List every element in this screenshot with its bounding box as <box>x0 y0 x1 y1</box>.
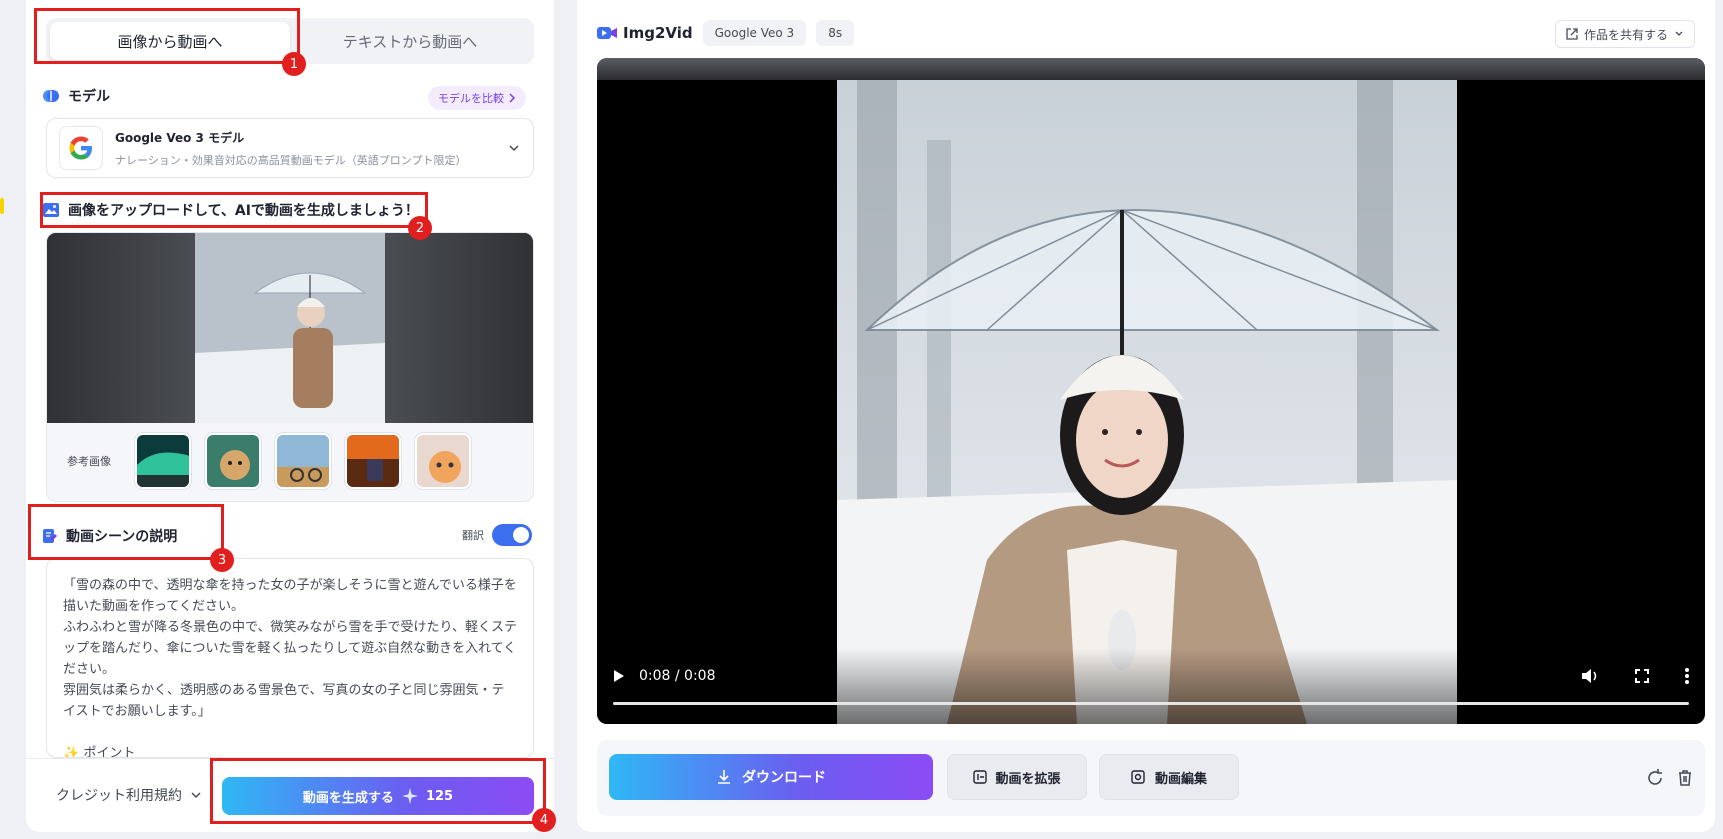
edit-label: 動画編集 <box>1154 771 1207 787</box>
download-label: ダウンロード <box>742 770 826 786</box>
left-panel: 画像から動画へ テキストから動画へ モデル モデルを比較 Google Veo … <box>26 0 554 832</box>
credit-terms-label: クレジット利用規約 <box>56 788 182 804</box>
download-icon <box>718 770 730 784</box>
reference-label: 参考画像 <box>67 455 111 468</box>
brain-icon <box>43 90 59 102</box>
uploaded-image <box>195 233 385 423</box>
download-button[interactable]: ダウンロード <box>609 754 933 800</box>
extend-label: 動画を拡張 <box>995 771 1061 787</box>
model-pill: Google Veo 3 <box>702 20 807 46</box>
fullscreen-icon[interactable] <box>1635 669 1649 683</box>
translate-control: 翻訳 <box>462 524 532 546</box>
compare-models-button[interactable]: モデルを比較 <box>428 86 526 110</box>
video-camera-icon <box>597 27 617 39</box>
reference-image-aurora[interactable] <box>135 433 191 489</box>
result-header: Img2Vid Google Veo 3 8s <box>597 20 855 46</box>
share-button[interactable]: 作品を共有する <box>1554 20 1695 48</box>
chevron-down-icon <box>191 792 201 799</box>
translate-toggle[interactable] <box>492 524 532 546</box>
reference-image-bike[interactable] <box>275 433 331 489</box>
edit-video-button[interactable]: 動画編集 <box>1099 754 1239 800</box>
right-panel: Img2Vid Google Veo 3 8s 作品を共有する 0:08 / 0… <box>577 0 1715 832</box>
video-controls: 0:08 / 0:08 <box>597 648 1705 724</box>
reference-image-cat[interactable] <box>415 433 471 489</box>
chevron-right-icon <box>509 93 516 103</box>
image-upload-area[interactable]: 参考画像 <box>46 232 534 502</box>
share-external-icon <box>1566 28 1578 40</box>
video-progress-bar[interactable] <box>613 702 1689 705</box>
chevron-down-icon <box>509 145 519 152</box>
app-name: Img2Vid <box>623 24 693 42</box>
play-icon[interactable] <box>613 669 625 683</box>
chevron-down-icon <box>1675 31 1683 36</box>
share-label: 作品を共有する <box>1583 27 1668 42</box>
annotation-box-2 <box>40 192 428 228</box>
reference-images: 参考画像 <box>47 423 533 499</box>
extend-icon <box>973 770 988 784</box>
annotation-number-1: 1 <box>282 52 306 76</box>
model-select[interactable]: Google Veo 3 モデル ナレーション・効果音対応の高品質動画モデル（英… <box>46 118 534 178</box>
credit-terms-dropdown[interactable]: クレジット利用規約 <box>56 785 202 805</box>
compare-models-label: モデルを比較 <box>438 92 504 105</box>
annotation-box-4 <box>210 758 546 824</box>
video-frame <box>837 80 1457 724</box>
video-player[interactable]: 0:08 / 0:08 <box>597 58 1705 724</box>
delete-icon[interactable] <box>1675 768 1695 788</box>
reference-image-pet[interactable] <box>205 433 261 489</box>
translate-label: 翻訳 <box>462 529 484 542</box>
model-section-label: モデル <box>68 89 110 105</box>
reference-image-perfume[interactable] <box>345 433 401 489</box>
video-edit-icon <box>1131 770 1145 784</box>
edge-marker <box>0 198 4 214</box>
result-actions: ダウンロード 動画を拡張 動画編集 <box>597 740 1705 816</box>
model-description: ナレーション・効果音対応の高品質動画モデル（英語プロンプト限定） <box>115 153 467 167</box>
scene-description-textarea[interactable]: 「雪の森の中で、透明な傘を持った女の子が楽しそうに雪と遊んでいる様子を描いた動画… <box>46 558 534 758</box>
model-name: Google Veo 3 モデル <box>115 130 245 145</box>
regenerate-icon[interactable] <box>1645 768 1665 788</box>
extend-video-button[interactable]: 動画を拡張 <box>947 754 1087 800</box>
duration-pill: 8s <box>816 20 855 46</box>
video-time: 0:08 / 0:08 <box>639 668 716 684</box>
annotation-box-1 <box>34 8 300 64</box>
volume-icon[interactable] <box>1581 668 1599 684</box>
google-logo-icon <box>59 126 103 170</box>
uploaded-image-preview <box>47 233 533 423</box>
model-section-title: モデル <box>42 86 110 106</box>
annotation-number-2: 2 <box>408 216 432 240</box>
annotation-number-4: 4 <box>532 808 556 832</box>
annotation-box-3 <box>28 504 224 560</box>
more-options-icon[interactable] <box>1685 668 1689 684</box>
app-title: Img2Vid <box>597 24 693 42</box>
tab-text-to-video[interactable]: テキストから動画へ <box>290 22 530 60</box>
annotation-number-3: 3 <box>210 548 234 572</box>
